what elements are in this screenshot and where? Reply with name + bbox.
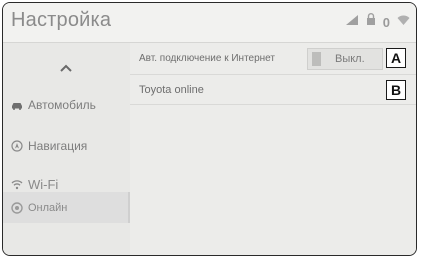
status-value: 0 [382, 14, 390, 30]
wifi-icon [10, 178, 23, 191]
settings-screen: Настройка 0 Автомобиль Навигация Wi-Fi О… [2, 2, 417, 256]
signal-icon [345, 13, 359, 31]
sidebar-item-navigation[interactable]: Навигация [3, 131, 130, 161]
scroll-up-button[interactable] [7, 55, 125, 83]
callout-a: A [386, 48, 406, 68]
sidebar-item-label: Навигация [28, 139, 88, 153]
toggle-indicator [312, 52, 321, 66]
navigation-icon [10, 140, 23, 153]
callout-b: B [386, 80, 406, 100]
toyota-online-label: Toyota online [139, 83, 204, 96]
auto-connect-toggle[interactable]: Выкл. [307, 48, 383, 70]
page-title: Настройка [11, 9, 112, 31]
wifi-icon [397, 13, 410, 31]
sidebar: Автомобиль Навигация Wi-Fi Онлайн [3, 43, 130, 255]
status-bar: 0 [345, 13, 410, 31]
sidebar-item-vehicle[interactable]: Автомобиль [3, 90, 130, 120]
sidebar-item-label: Автомобиль [28, 98, 96, 112]
car-icon [10, 99, 23, 112]
online-icon [10, 201, 23, 214]
toggle-state-label: Выкл. [335, 53, 365, 65]
settings-content: Авт. подключение к Интернет Выкл. A Toyo… [130, 43, 416, 255]
auto-internet-connection-row[interactable]: Авт. подключение к Интернет Выкл. A [130, 43, 416, 75]
title-bar: Настройка 0 [3, 3, 416, 43]
sidebar-item-label: Онлайн [28, 201, 68, 214]
lock-icon [366, 13, 376, 31]
auto-internet-connection-label: Авт. подключение к Интернет [139, 53, 275, 64]
sidebar-item-online[interactable]: Онлайн [3, 192, 130, 223]
sidebar-item-label: Wi-Fi [28, 176, 59, 192]
chevron-up-icon [59, 60, 73, 78]
toyota-online-row[interactable]: Toyota online B [130, 75, 416, 105]
